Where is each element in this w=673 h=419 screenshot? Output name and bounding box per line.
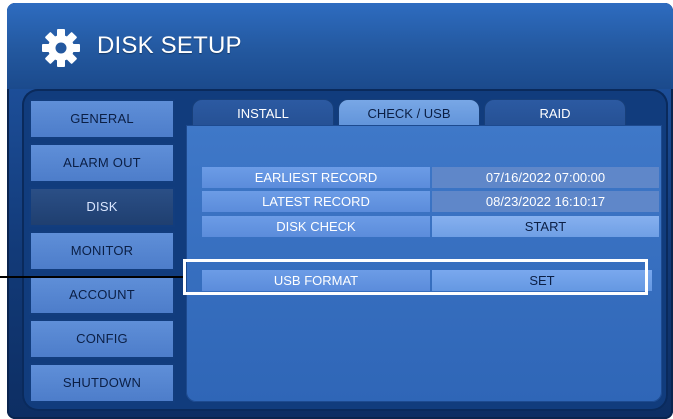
sidebar-item-disk[interactable]: DISK — [29, 187, 175, 227]
sidebar-item-alarm-out[interactable]: ALARM OUT — [29, 143, 175, 183]
disk-check-start-button[interactable]: START — [432, 216, 659, 237]
latest-record-value: 08/23/2022 16:10:17 — [432, 191, 659, 212]
usb-format-row: USB FORMAT SET — [202, 270, 659, 291]
sidebar-item-general[interactable]: GENERAL — [29, 99, 175, 139]
title-bar: DISK SETUP — [7, 3, 673, 89]
earliest-record-value: 07/16/2022 07:00:00 — [432, 167, 659, 188]
gear-icon — [42, 29, 80, 67]
earliest-record-row: EARLIEST RECORD 07/16/2022 07:00:00 — [202, 167, 659, 188]
disk-check-label: DISK CHECK — [202, 216, 430, 237]
sidebar-item-shutdown[interactable]: SHUTDOWN — [29, 363, 175, 403]
latest-record-row: LATEST RECORD 08/23/2022 16:10:17 — [202, 191, 659, 212]
check-usb-panel: EARLIEST RECORD 07/16/2022 07:00:00 LATE… — [186, 125, 662, 402]
usb-format-set-button[interactable]: SET — [432, 270, 652, 291]
content-area: GENERAL ALARM OUT DISK MONITOR ACCOUNT C… — [22, 89, 668, 411]
callout-line — [0, 276, 186, 278]
disk-setup-window: DISK SETUP GENERAL ALARM OUT DISK MONITO… — [7, 3, 673, 419]
sidebar-item-config[interactable]: CONFIG — [29, 319, 175, 359]
usb-format-label: USB FORMAT — [202, 270, 430, 291]
window-title: DISK SETUP — [97, 32, 242, 59]
sidebar-item-account[interactable]: ACCOUNT — [29, 275, 175, 315]
disk-check-row: DISK CHECK START — [202, 216, 659, 237]
sidebar-item-monitor[interactable]: MONITOR — [29, 231, 175, 271]
latest-record-label: LATEST RECORD — [202, 191, 430, 212]
earliest-record-label: EARLIEST RECORD — [202, 167, 430, 188]
